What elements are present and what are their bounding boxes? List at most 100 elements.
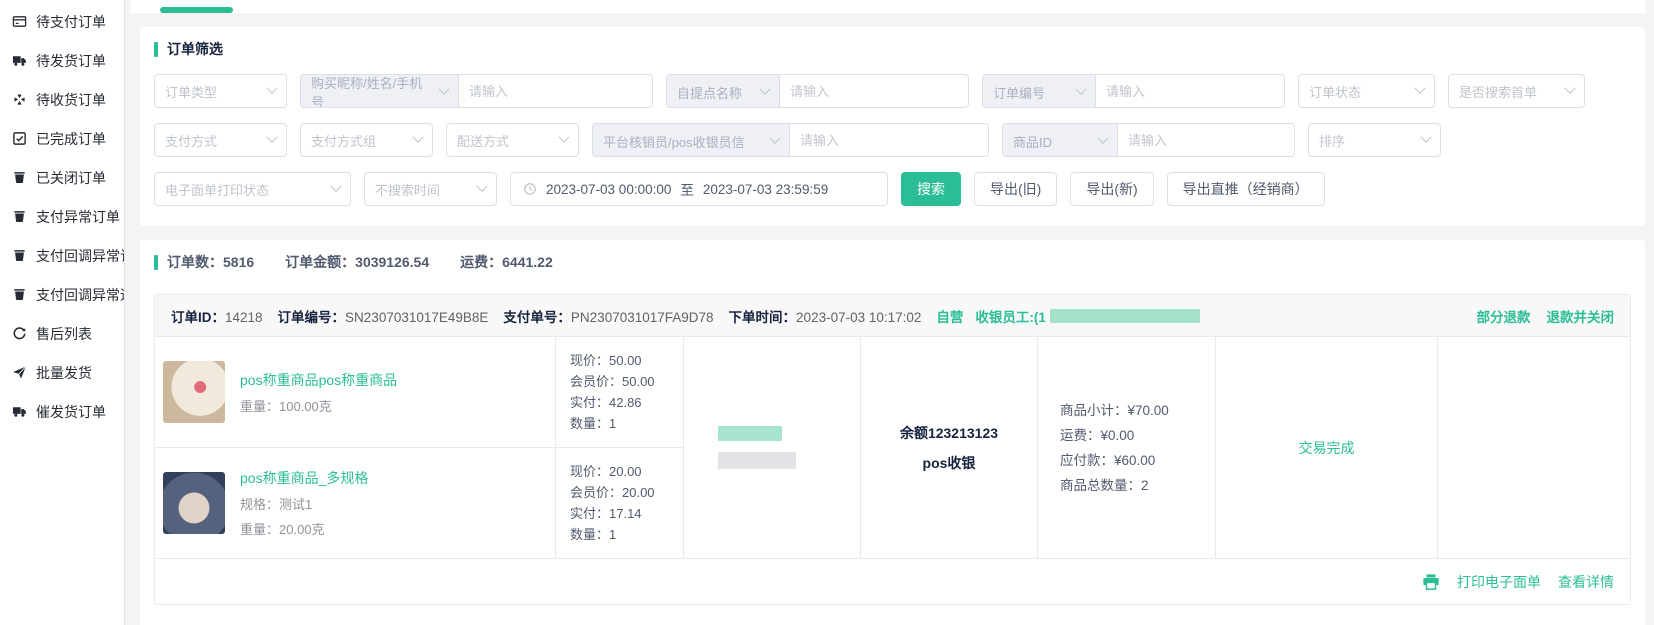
product-info: pos称重商品_多规格 规格：测试1 重量：20.00克: [240, 468, 368, 538]
sidebar-item-label: 催发货订单: [36, 402, 106, 422]
sidebar-item-callback-exception-order[interactable]: 支付回调异常订单: [0, 236, 124, 275]
search-button[interactable]: 搜索: [901, 172, 961, 206]
sidebar-item-callback-exception-refund[interactable]: 支付回调异常退款: [0, 275, 124, 314]
date-end: 2023-07-03 23:59:59: [703, 182, 828, 197]
sidebar-item-closed[interactable]: 已关闭订单: [0, 158, 124, 197]
view-detail-link[interactable]: 查看详情: [1558, 572, 1614, 592]
current-price: 现价：20.00: [570, 461, 679, 482]
sidebar-item-label: 待支付订单: [36, 12, 106, 32]
pay-method-select[interactable]: 支付方式: [154, 123, 287, 157]
order-summary: 订单数：5816 订单金额：3039126.54 运费：6441.22: [154, 252, 1631, 272]
quantity: 数量：1: [570, 413, 679, 434]
product-image: [163, 472, 225, 534]
sidebar-item-pending-shipment[interactable]: 待发货订单: [0, 41, 124, 80]
buyer-field-select[interactable]: 购买昵称/姓名/手机号: [301, 75, 459, 108]
order-type-select[interactable]: 订单类型: [154, 74, 287, 108]
order-card-header: 订单ID：14218 订单编号：SN2307031017E49B8E 支付单号：…: [155, 295, 1630, 337]
order-id: 订单ID：14218: [171, 306, 263, 326]
order-card-footer: 打印电子面单 查看详情: [155, 558, 1630, 604]
product-info: pos称重商品pos称重商品 重量：100.00克: [240, 370, 397, 415]
chevron-down-icon: [438, 84, 449, 95]
sidebar-item-label: 支付回调异常订单: [36, 246, 125, 266]
order-no-select[interactable]: 订单编号: [983, 75, 1096, 108]
sidebar-item-label: 售后列表: [36, 324, 92, 344]
pay-group-select[interactable]: 支付方式组: [300, 123, 433, 157]
order-time: 下单时间：2023-07-03 10:17:02: [729, 306, 922, 326]
active-tab-indicator: [160, 7, 233, 13]
sidebar-item-urge-shipment[interactable]: 催发货订单: [0, 392, 124, 431]
main-content: 订单筛选 订单类型 购买昵称/姓名/手机号 自提点名称: [131, 0, 1654, 625]
no-search-time-select[interactable]: 不搜索时间: [364, 172, 497, 206]
chevron-down-icon: [476, 181, 487, 192]
payment-column: 余额123213123 pos收银: [860, 337, 1037, 558]
export-new-button[interactable]: 导出(新): [1070, 172, 1153, 206]
sidebar: 待支付订单 待发货订单 待收货订单 已完成订单 已关闭订单 支付异常订单 支付回…: [0, 0, 125, 625]
chevron-down-icon: [759, 84, 770, 95]
product-price-cell: 现价：20.00 会员价：20.00 实付：17.14 数量：1: [555, 448, 683, 558]
receive-box-icon: [12, 92, 27, 107]
goods-id-select[interactable]: 商品ID: [1003, 124, 1118, 157]
order-header-actions: 部分退款 退款并关闭: [1477, 306, 1615, 326]
product-name-link[interactable]: pos称重商品pos称重商品: [240, 370, 397, 390]
filter-row-1: 订单类型 购买昵称/姓名/手机号 自提点名称 订单编号: [154, 74, 1631, 108]
chevron-down-icon: [330, 181, 341, 192]
sidebar-item-label: 批量发货: [36, 363, 92, 383]
trash-icon: [12, 209, 27, 224]
verifier-search-combo: 平台核销员/pos收银员信: [592, 123, 989, 157]
redacted-cashier-info: [1050, 309, 1200, 323]
cashier-staff-label: 收银员工:(1: [975, 306, 1046, 326]
product-row: pos称重商品_多规格 规格：测试1 重量：20.00克 现价：20.00 会员…: [155, 447, 683, 558]
green-bar: [154, 42, 158, 57]
first-order-select[interactable]: 是否搜索首单: [1448, 74, 1585, 108]
verifier-search-input[interactable]: [790, 124, 988, 156]
product-name-link[interactable]: pos称重商品_多规格: [240, 468, 368, 488]
order-no-search-combo: 订单编号: [982, 74, 1285, 108]
filter-row-3: 电子面单打印状态 不搜索时间 2023-07-03 00:00:00 至 202…: [154, 172, 1631, 206]
redacted-buyer-name: [718, 426, 782, 441]
sort-select[interactable]: 排序: [1308, 123, 1441, 157]
print-eorder-link[interactable]: 打印电子面单: [1457, 572, 1541, 592]
status-column: 交易完成: [1215, 337, 1437, 558]
sidebar-item-payment-exception[interactable]: 支付异常订单: [0, 197, 124, 236]
order-status-select[interactable]: 订单状态: [1298, 74, 1435, 108]
date-range-picker[interactable]: 2023-07-03 00:00:00 至 2023-07-03 23:59:5…: [510, 172, 888, 206]
chevron-down-icon: [769, 133, 780, 144]
filter-title: 订单筛选: [154, 39, 1631, 59]
chevron-down-icon: [558, 132, 569, 143]
order-count: 订单数：5816: [167, 252, 254, 272]
partial-refund-link[interactable]: 部分退款: [1477, 306, 1531, 326]
sidebar-item-pending-receipt[interactable]: 待收货订单: [0, 80, 124, 119]
verifier-select[interactable]: 平台核销员/pos收银员信: [593, 124, 790, 157]
chevron-down-icon: [266, 132, 277, 143]
pickup-name-select[interactable]: 自提点名称: [667, 75, 780, 108]
delivery-method-select[interactable]: 配送方式: [446, 123, 579, 157]
current-price: 现价：50.00: [570, 350, 679, 371]
refund-and-close-link[interactable]: 退款并关闭: [1547, 306, 1615, 326]
export-direct-button[interactable]: 导出直推（经销商）: [1167, 172, 1325, 206]
filter-title-text: 订单筛选: [167, 39, 223, 59]
sidebar-item-pending-payment[interactable]: 待支付订单: [0, 2, 124, 41]
chevron-down-icon: [1097, 133, 1108, 144]
pickup-search-input[interactable]: [780, 75, 968, 107]
order-card-body: pos称重商品pos称重商品 重量：100.00克 现价：50.00 会员价：5…: [155, 337, 1630, 558]
products-region: pos称重商品pos称重商品 重量：100.00克 现价：50.00 会员价：5…: [155, 337, 683, 558]
eorder-print-status-select[interactable]: 电子面单打印状态: [154, 172, 351, 206]
paid-price: 实付：17.14: [570, 503, 679, 524]
buyer-search-combo: 购买昵称/姓名/手机号: [300, 74, 653, 108]
product-image: [163, 361, 225, 423]
product-weight: 重量：100.00克: [240, 396, 397, 415]
export-old-button[interactable]: 导出(旧): [974, 172, 1057, 206]
sidebar-item-completed[interactable]: 已完成订单: [0, 119, 124, 158]
buyer-search-input[interactable]: [459, 75, 652, 107]
order-no-search-input[interactable]: [1096, 75, 1284, 107]
sidebar-item-batch-shipment[interactable]: 批量发货: [0, 353, 124, 392]
freight: 运费：¥0.00: [1060, 423, 1134, 448]
payment-method: 余额123213123: [900, 423, 998, 443]
total-quantity: 商品总数量：2: [1060, 473, 1149, 498]
date-start: 2023-07-03 00:00:00: [546, 182, 671, 197]
buyer-column: [683, 337, 860, 558]
freight-total: 运费：6441.22: [460, 252, 553, 272]
goods-id-search-input[interactable]: [1118, 124, 1294, 156]
order-list-panel: 订单数：5816 订单金额：3039126.54 运费：6441.22 订单ID…: [140, 240, 1645, 625]
sidebar-item-aftersale-list[interactable]: 售后列表: [0, 314, 124, 353]
